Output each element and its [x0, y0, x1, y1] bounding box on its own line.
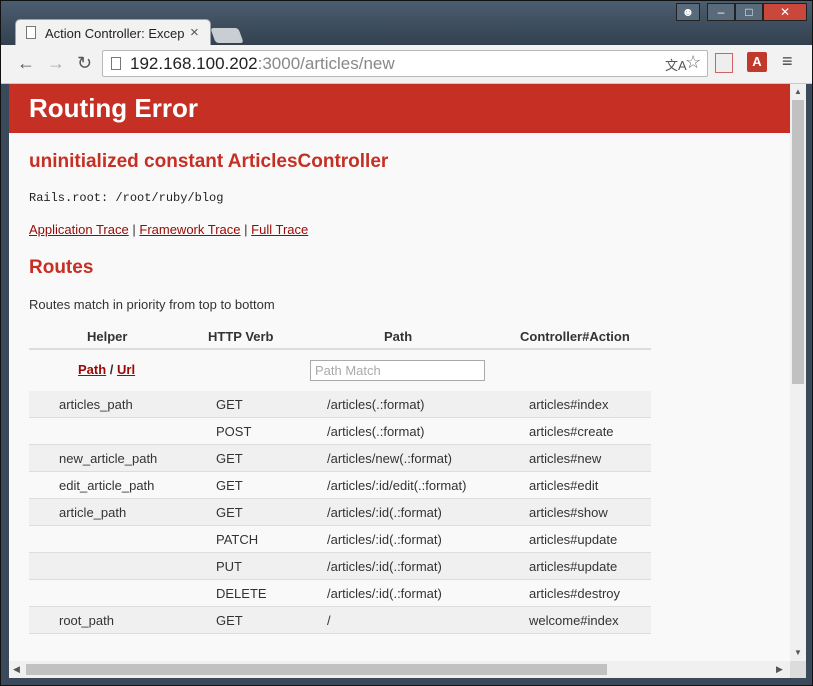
close-window-button[interactable]: ✕ [763, 3, 807, 21]
route-verb: GET [216, 451, 243, 466]
trace-links: Application Trace | Framework Trace | Fu… [29, 222, 308, 237]
reload-icon[interactable]: ↻ [77, 53, 92, 74]
horizontal-scroll-thumb[interactable] [26, 664, 607, 675]
column-header-verb: HTTP Verb [208, 329, 274, 344]
route-helper: edit_article_path [59, 478, 155, 493]
route-path: /articles/:id(.:format) [327, 505, 442, 520]
route-path: /articles(.:format) [327, 424, 425, 439]
minimize-button[interactable]: – [707, 3, 735, 21]
table-row: new_article_path GET/articles/new(.:forma… [29, 445, 651, 472]
page-content: Routing Error uninitialized constant Art… [9, 84, 790, 661]
route-path: /articles/:id/edit(.:format) [327, 478, 467, 493]
horizontal-scrollbar[interactable]: ◀ ▶ [9, 661, 790, 678]
scroll-down-icon[interactable]: ▼ [794, 648, 802, 657]
browser-tab[interactable]: Action Controller: Excep × [15, 19, 211, 47]
error-message: uninitialized constant ArticlesControlle… [29, 151, 389, 172]
route-helper: root_path [59, 613, 114, 628]
full-trace-link[interactable]: Full Trace [251, 222, 308, 237]
url-text[interactable]: 192.168.100.202:3000/articles/new [130, 54, 395, 74]
vertical-scrollbar[interactable]: ▲ ▼ [790, 84, 806, 661]
new-tab-button[interactable] [210, 28, 244, 43]
route-verb: DELETE [216, 586, 267, 601]
route-path: /articles(.:format) [327, 397, 425, 412]
title-bar: Action Controller: Excep × ☻ – □ ✕ [1, 1, 812, 47]
slash: / [109, 362, 114, 377]
table-row: PUT/articles/:id(.:format) articles#updat… [29, 553, 651, 580]
route-path: /articles/:id(.:format) [327, 586, 442, 601]
route-action: articles#update [529, 532, 618, 547]
extension-a-icon[interactable]: A [747, 52, 767, 72]
route-action: articles#new [529, 451, 602, 466]
route-path: /articles/:id(.:format) [327, 559, 442, 574]
back-icon[interactable]: ← [17, 53, 35, 74]
menu-icon[interactable]: ≡ [782, 51, 793, 72]
route-verb: PATCH [216, 532, 259, 547]
route-action: welcome#index [529, 613, 619, 628]
browser-window: Action Controller: Excep × ☻ – □ ✕ ← → ↻… [0, 0, 813, 686]
scrollbar-corner [790, 661, 806, 678]
bookmark-star-icon[interactable]: ☆ [685, 52, 701, 73]
table-row: DELETE/articles/:id(.:format) articles#de… [29, 580, 651, 607]
extension-icon[interactable] [715, 53, 733, 73]
tab-title: Action Controller: Excep [45, 26, 185, 41]
routes-description: Routes match in priority from top to bot… [29, 297, 275, 312]
path-link[interactable]: Path [78, 362, 106, 377]
separator: | [244, 222, 248, 237]
table-row: root_path GET / welcome#index [29, 607, 651, 634]
route-action: articles#index [529, 397, 609, 412]
route-action: articles#show [529, 505, 608, 520]
framework-trace-link[interactable]: Framework Trace [139, 222, 240, 237]
table-row: PATCH/articles/:id(.:format) articles#upd… [29, 526, 651, 553]
route-helper: new_article_path [59, 451, 158, 466]
user-icon[interactable]: ☻ [676, 3, 700, 21]
close-icon[interactable]: × [190, 24, 199, 41]
maximize-button[interactable]: □ [735, 3, 763, 21]
application-trace-link[interactable]: Application Trace [29, 222, 129, 237]
route-path: /articles/new(.:format) [327, 451, 452, 466]
route-verb: GET [216, 613, 243, 628]
route-action: articles#destroy [529, 586, 621, 601]
routes-title: Routes [29, 257, 94, 278]
vertical-scroll-thumb[interactable] [792, 100, 804, 384]
page-title: Routing Error [29, 93, 198, 123]
route-verb: GET [216, 505, 243, 520]
browser-toolbar: ← → ↻ 192.168.100.202:3000/articles/new … [1, 45, 812, 84]
scroll-up-icon[interactable]: ▲ [794, 87, 802, 96]
rails-root: Rails.root: /root/ruby/blog [29, 191, 224, 205]
page-icon [26, 26, 36, 39]
route-helper: articles_path [59, 397, 133, 412]
translate-icon[interactable]: 文A [665, 55, 687, 74]
table-header-divider [29, 348, 651, 350]
page-icon [111, 57, 121, 70]
column-header-helper: Helper [87, 329, 128, 344]
route-helper: article_path [59, 505, 127, 520]
forward-icon[interactable]: → [47, 53, 65, 74]
route-verb: GET [216, 397, 243, 412]
url-link[interactable]: Url [117, 362, 135, 377]
scroll-right-icon[interactable]: ▶ [776, 664, 783, 675]
path-match-input[interactable]: Path Match [310, 360, 485, 381]
route-verb: PUT [216, 559, 242, 574]
table-row: edit_article_path GET/articles/:id/edit(.… [29, 472, 651, 499]
table-row: article_path GET/articles/:id(.:format) ar… [29, 499, 651, 526]
path-url-toggle: Path / Url [78, 362, 135, 377]
route-path: / [327, 613, 331, 628]
route-action: articles#update [529, 559, 618, 574]
separator: | [132, 222, 136, 237]
address-bar[interactable]: 192.168.100.202:3000/articles/new 文A ☆ [102, 50, 708, 77]
column-header-path: Path [384, 329, 413, 344]
url-path: :3000/articles/new [257, 54, 395, 73]
route-verb: POST [216, 424, 252, 439]
route-action: articles#edit [529, 478, 599, 493]
scroll-left-icon[interactable]: ◀ [13, 664, 20, 675]
column-header-action: Controller#Action [520, 329, 630, 344]
route-action: articles#create [529, 424, 614, 439]
route-verb: GET [216, 478, 243, 493]
table-row: POST/articles(.:format) articles#create [29, 418, 651, 445]
route-path: /articles/:id(.:format) [327, 532, 442, 547]
url-host: 192.168.100.202 [130, 54, 258, 73]
error-header: Routing Error [9, 84, 790, 133]
table-row: articles_path GET/articles(.:format) artic… [29, 391, 651, 418]
